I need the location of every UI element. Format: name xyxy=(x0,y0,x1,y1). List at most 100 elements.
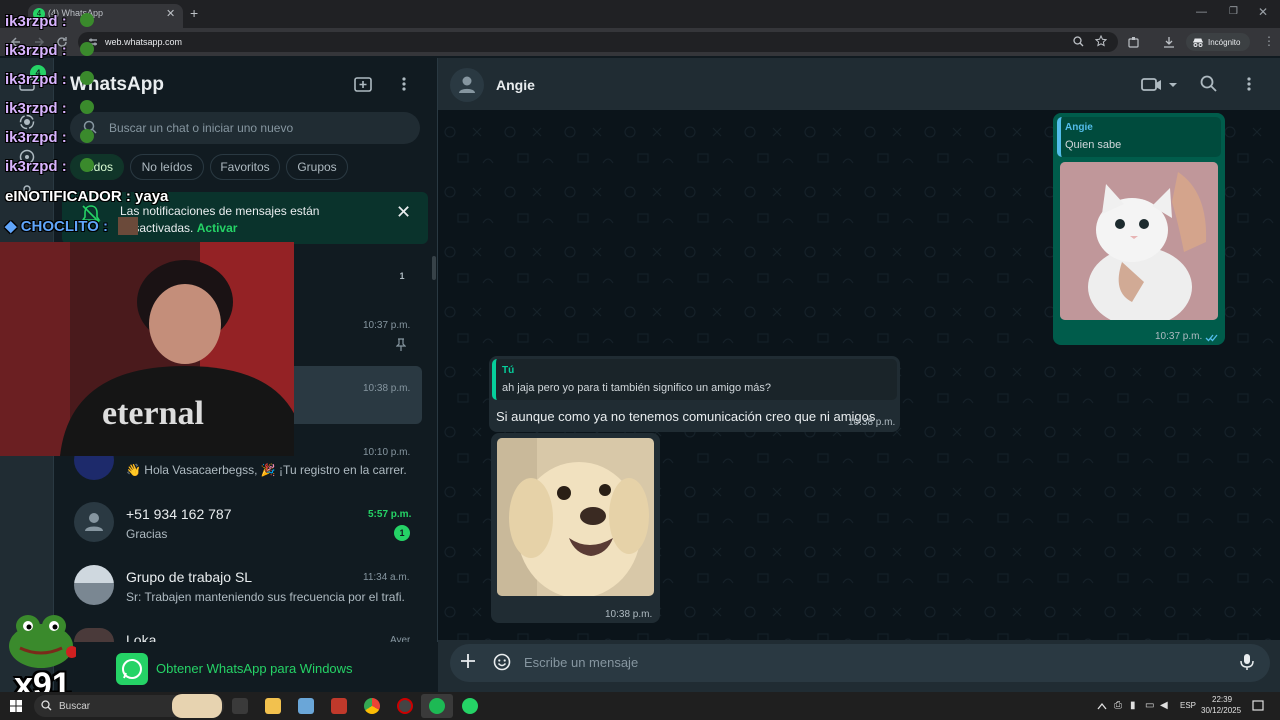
windows-start-icon[interactable] xyxy=(10,700,22,712)
frog-emote-icon xyxy=(80,129,94,143)
contact-name[interactable]: Angie xyxy=(496,77,535,93)
spotify-icon[interactable] xyxy=(429,698,445,714)
new-chat-icon[interactable] xyxy=(354,76,372,92)
streamer-webcam-image: eternal xyxy=(0,242,294,456)
clock-date[interactable]: 30/12/2025 xyxy=(1201,706,1241,715)
task-view-icon[interactable] xyxy=(232,698,248,714)
read-receipt-icon xyxy=(1205,334,1218,342)
restore-icon[interactable]: ❐ xyxy=(1229,6,1238,17)
app-icon[interactable] xyxy=(298,698,314,714)
menu-icon[interactable] xyxy=(1243,76,1255,92)
cat-image[interactable] xyxy=(1060,162,1218,320)
filter-groups[interactable]: Grupos xyxy=(286,154,348,180)
chat-time: 5:57 p.m. xyxy=(368,509,412,520)
overlay-username: ik3rzpd xyxy=(5,71,58,88)
overlay-username: CHOCLITO xyxy=(20,218,99,235)
microphone-tray-icon[interactable]: ▮ xyxy=(1130,700,1136,711)
overlay-username: eINOTIFICADOR xyxy=(5,188,122,205)
chat-preview: Sr: Trabajen manteniendo sus frecuencia … xyxy=(126,590,406,604)
notification-text: Las notificaciones de mensajes están des… xyxy=(120,203,360,237)
app-icon[interactable] xyxy=(331,698,347,714)
message-time: 10:38 p.m. xyxy=(605,609,653,620)
frog-emote-icon xyxy=(80,158,94,172)
quote-author: Angie xyxy=(1065,122,1093,133)
cube-emote-icon: ◆ xyxy=(5,218,17,235)
filter-favorites[interactable]: Favoritos xyxy=(210,154,280,180)
overlay-chat-line: ◆ CHOCLITO : xyxy=(5,217,108,235)
url-text[interactable]: web.whatsapp.com xyxy=(105,37,182,47)
group-avatar xyxy=(74,565,114,605)
microphone-icon[interactable] xyxy=(1240,653,1254,671)
app-icon[interactable] xyxy=(397,698,413,714)
whatsapp-logo-icon xyxy=(116,653,148,685)
overlay-message: : xyxy=(61,13,67,30)
sticker-emote-icon xyxy=(118,217,138,235)
unread-badge: 1 xyxy=(399,271,405,281)
close-icon[interactable]: ✕ xyxy=(396,202,411,223)
overlay-message: : xyxy=(61,71,67,88)
frog-emote-icon xyxy=(80,42,94,56)
taskbar-search-label: Buscar xyxy=(59,701,91,712)
webcam-overlay: eternal xyxy=(0,242,294,456)
extensions-icon[interactable] xyxy=(1128,36,1140,48)
omnibox[interactable] xyxy=(78,32,1118,52)
quote-text: ah jaja pero yo para ti también signific… xyxy=(502,382,772,394)
download-icon[interactable] xyxy=(1163,36,1175,48)
filter-all[interactable]: Todos xyxy=(70,154,124,180)
frog-mascot-icon xyxy=(9,615,76,668)
chat-name: +51 934 162 787 xyxy=(126,506,232,522)
zoom-icon[interactable] xyxy=(1073,36,1084,47)
overlay-chat-line: ik3rzpd : xyxy=(5,13,67,30)
clock-time[interactable]: 22:39 xyxy=(1212,695,1232,704)
notifications-icon[interactable] xyxy=(1252,700,1264,712)
browser-menu-icon[interactable]: ⋮ xyxy=(1263,34,1275,48)
file-explorer-icon[interactable] xyxy=(265,698,281,714)
scrollbar[interactable] xyxy=(432,256,436,280)
chrome-icon[interactable] xyxy=(364,698,380,714)
whatsapp-taskbar-icon[interactable] xyxy=(462,698,478,714)
minimize-icon[interactable]: — xyxy=(1196,6,1207,18)
search-icon[interactable] xyxy=(1200,75,1217,92)
menu-icon[interactable] xyxy=(398,76,410,92)
volume-icon[interactable]: ◀ xyxy=(1160,700,1168,711)
overlay-message: : xyxy=(61,158,67,175)
tray-chevron-icon[interactable] xyxy=(1097,702,1107,710)
overlay-message: : xyxy=(61,129,67,146)
language-indicator[interactable]: ESP xyxy=(1180,701,1196,710)
tray-app-icon[interactable]: ⎙ xyxy=(1114,700,1122,711)
frog-emote-icon xyxy=(80,71,94,85)
new-tab-icon[interactable]: + xyxy=(190,5,198,21)
message-time: 10:37 p.m. xyxy=(1155,331,1203,342)
chat-name: Grupo de trabajo SL xyxy=(126,569,253,585)
tab-close-icon[interactable]: ✕ xyxy=(166,7,175,20)
attach-plus-icon[interactable] xyxy=(460,653,476,669)
chat-time: 10:10 p.m. xyxy=(363,447,411,458)
incognito-badge[interactable]: Incógnito xyxy=(1186,33,1250,51)
filter-unread[interactable]: No leídos xyxy=(130,154,204,180)
window-close-icon[interactable]: ✕ xyxy=(1258,5,1268,19)
puppy-photo xyxy=(497,438,654,596)
puppy-image[interactable] xyxy=(497,438,654,596)
chat-time: 10:38 p.m. xyxy=(363,383,411,394)
enable-notifications-link[interactable]: Activar xyxy=(197,221,238,235)
chat-time: Ayer xyxy=(390,635,411,642)
overlay-message: : yaya xyxy=(125,188,169,205)
contact-avatar[interactable] xyxy=(450,68,484,102)
get-app-link[interactable]: Obtener WhatsApp para Windows xyxy=(156,661,353,676)
overlay-chat-line: ik3rzpd : xyxy=(5,71,67,88)
overlay-username: ik3rzpd xyxy=(5,129,58,146)
avatar xyxy=(74,628,114,642)
overlay-username: ik3rzpd xyxy=(5,13,58,30)
shirt-print: eternal xyxy=(102,395,204,432)
chat-preview: 👋 Hola Vasacaerbegss, 🎉 ¡Tu registro en … xyxy=(126,463,406,477)
avatar xyxy=(74,502,114,542)
unread-badge: 1 xyxy=(394,525,410,541)
emoji-icon[interactable] xyxy=(493,653,511,671)
overlay-username: ik3rzpd xyxy=(5,158,58,175)
bookmark-star-icon[interactable] xyxy=(1095,35,1107,47)
network-icon[interactable]: ▭ xyxy=(1145,700,1154,711)
frog-emote-icon xyxy=(80,13,94,27)
video-call-icon[interactable] xyxy=(1141,76,1177,92)
frog-emote-icon xyxy=(80,100,94,114)
chat-name: Loka xyxy=(126,632,157,642)
